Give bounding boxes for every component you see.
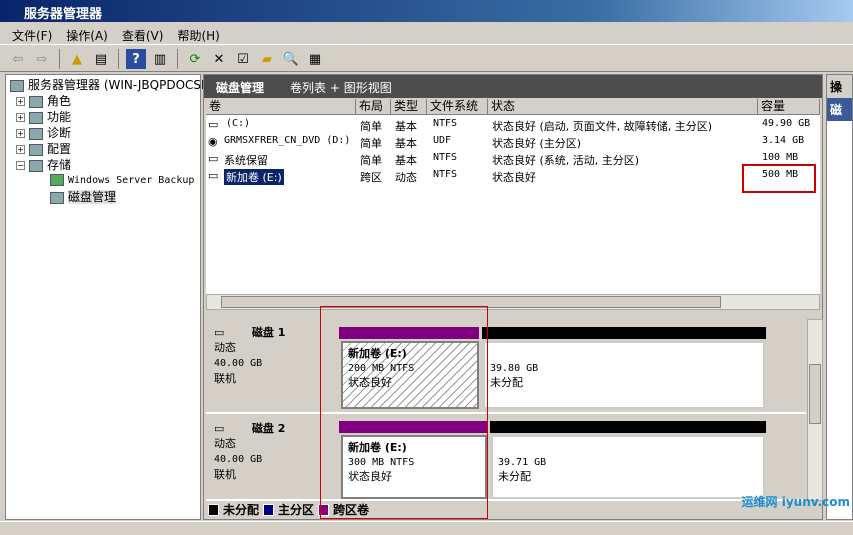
server-icon <box>10 79 24 92</box>
expand-icon[interactable]: + <box>16 145 25 154</box>
partition-unallocated[interactable]: 39.71 GB 未分配 <box>491 435 765 499</box>
status-bar <box>0 521 853 535</box>
expand-icon[interactable]: + <box>16 113 25 122</box>
collapse-icon[interactable]: − <box>16 161 25 170</box>
col-fs[interactable]: 文件系统 <box>427 99 488 115</box>
roles-icon <box>29 95 43 108</box>
menu-action[interactable]: 操作(A) <box>66 27 108 43</box>
table-row[interactable]: ▭ 系统保留 简单 基本 NTFS 状态良好 (系统, 活动, 主分区) 100 MB <box>206 151 820 168</box>
help-icon[interactable]: ? <box>126 49 146 69</box>
drive-icon: ▭ <box>208 118 219 131</box>
vertical-scrollbar[interactable] <box>807 319 823 501</box>
backup-icon <box>50 174 64 186</box>
watermark: 运维网 iyunv.com <box>741 495 850 509</box>
unallocated-bar <box>482 327 766 339</box>
menu-bar: 文件(F) 操作(A) 查看(V) 帮助(H) <box>0 23 853 45</box>
col-capacity[interactable]: 容量 <box>758 99 820 115</box>
disk-icon: ▭ <box>214 422 225 435</box>
tree-item-storage[interactable]: − 存储 <box>10 157 200 173</box>
menu-view[interactable]: 查看(V) <box>122 27 164 43</box>
drive-icon: ▭ <box>208 152 219 165</box>
expand-icon[interactable]: + <box>16 97 25 106</box>
highlight-box <box>742 164 816 193</box>
table-row[interactable]: ▭ (C:) 简单 基本 NTFS 状态良好 (启动, 页面文件, 故障转储, 主分区)… <box>206 117 820 134</box>
diagnostics-icon <box>29 127 43 140</box>
navigation-tree: 服务器管理器 (WIN-JBQPDOCSIS + 角色 + 功能 + 诊断 + 配置 −… <box>5 74 212 520</box>
tree-item-roles[interactable]: + 角色 <box>10 93 200 109</box>
volume-list: 卷 布局 类型 文件系统 状态 容量 ▭ (C:) 简单 基本 NTFS 状态良好 (启… <box>206 99 820 294</box>
col-layout[interactable]: 布局 <box>356 99 391 115</box>
tree-item-disk-management[interactable]: 磁盘管理 <box>10 189 200 205</box>
expand-icon[interactable]: + <box>16 129 25 138</box>
tree-root[interactable]: 服务器管理器 (WIN-JBQPDOCSIS <box>10 77 212 93</box>
search-icon[interactable]: 🔍 <box>281 49 301 69</box>
table-row-selected[interactable]: ▭ 新加卷 (E:) 跨区 动态 NTFS 状态良好 500 MB <box>206 168 820 185</box>
action-pane: 操 磁 <box>826 74 853 520</box>
action-item[interactable]: 磁 <box>827 98 852 121</box>
storage-icon <box>29 159 43 172</box>
disk-management-pane: 磁盘管理 卷列表 + 图形视图 卷 布局 类型 文件系统 状态 容量 ▭ (C:)… <box>203 74 823 520</box>
disk-1: ▭ 磁盘 1 动态 40.00 GB 联机 新加卷 (E:) 200 MB NTFS 状态… <box>206 319 806 414</box>
disk-icon: ▭ <box>214 326 225 339</box>
configuration-icon <box>29 143 43 156</box>
horizontal-scrollbar[interactable] <box>206 294 820 310</box>
properties-icon[interactable]: ☑ <box>233 49 253 69</box>
pane-header: 磁盘管理 卷列表 + 图形视图 <box>204 75 822 98</box>
highlight-box <box>320 306 488 519</box>
tree-item-backup[interactable]: Windows Server Backup <box>10 173 200 189</box>
disk-2: ▭ 磁盘 2 动态 40.00 GB 联机 新加卷 (E:) 300 MB NTFS 状态… <box>206 415 806 501</box>
drive-icon: ▭ <box>208 169 219 182</box>
legend-swatch <box>263 503 275 516</box>
partition-unallocated[interactable]: 39.80 GB 未分配 <box>483 341 765 409</box>
forward-icon[interactable]: ⇨ <box>32 49 52 69</box>
tree-item-features[interactable]: + 功能 <box>10 109 200 125</box>
delete-icon[interactable]: ✕ <box>209 49 229 69</box>
legend-swatch <box>208 503 219 516</box>
col-type[interactable]: 类型 <box>391 99 427 115</box>
show-tree-icon[interactable]: ▤ <box>91 49 111 69</box>
window-title: 服务器管理器 <box>24 7 103 22</box>
refresh-icon[interactable]: ⟳ <box>185 49 205 69</box>
toolbar: ⇦ ⇨ ▲ ▤ ? ▥ ⟳ ✕ ☑ ▰ 🔍 ▦ <box>0 46 853 72</box>
disk-management-icon <box>50 191 64 204</box>
menu-file[interactable]: 文件(F) <box>12 27 52 43</box>
up-folder-icon[interactable]: ▲ <box>67 49 87 69</box>
unallocated-bar <box>490 421 766 433</box>
action-pane-icon[interactable]: ▥ <box>150 49 170 69</box>
title-bar: 服务器管理器 <box>0 0 853 22</box>
settings-icon[interactable]: ▦ <box>305 49 325 69</box>
open-icon[interactable]: ▰ <box>257 49 277 69</box>
col-status[interactable]: 状态 <box>488 99 758 115</box>
tree-item-configuration[interactable]: + 配置 <box>10 141 200 157</box>
back-icon[interactable]: ⇦ <box>8 49 28 69</box>
col-volume[interactable]: 卷 <box>206 99 356 115</box>
dvd-icon: ◉ <box>208 135 218 148</box>
menu-help[interactable]: 帮助(H) <box>177 27 219 43</box>
features-icon <box>29 111 43 124</box>
table-row[interactable]: ◉ GRMSXFRER_CN_DVD (D:) 简单 基本 UDF 状态良好 (主分区) 3… <box>206 134 820 151</box>
tree-item-diagnostics[interactable]: + 诊断 <box>10 125 200 141</box>
